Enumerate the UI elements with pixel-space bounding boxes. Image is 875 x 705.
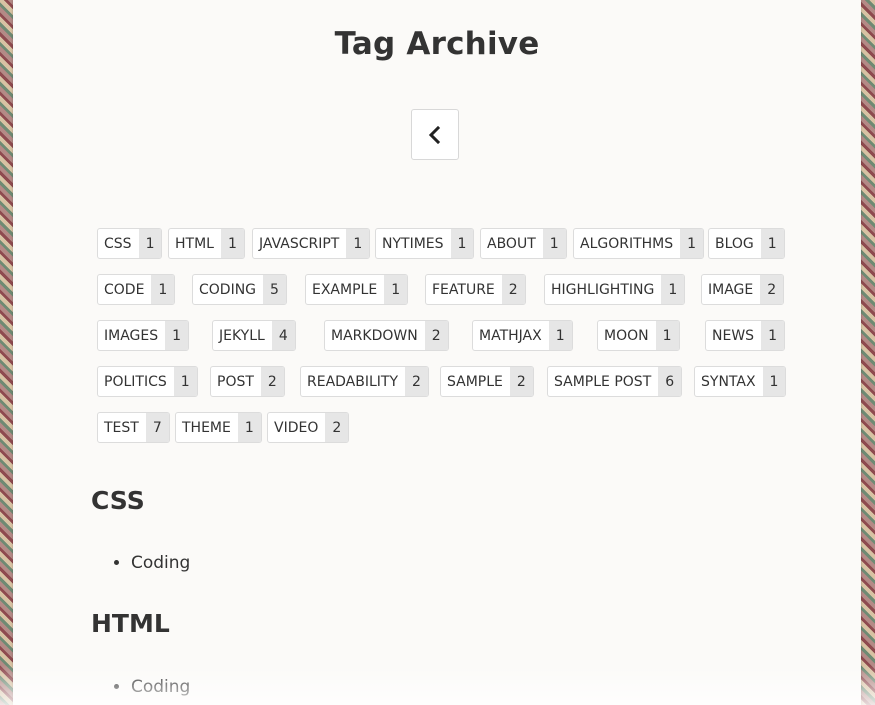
tag-label: JAVASCRIPT bbox=[259, 235, 340, 252]
tag-label: POLITICS bbox=[104, 373, 167, 390]
tag-theme[interactable]: THEME 1 bbox=[175, 412, 262, 443]
tag-algorithms[interactable]: ALGORITHMS 1 bbox=[573, 228, 705, 259]
tag-about[interactable]: ABOUT 1 bbox=[480, 228, 567, 259]
tag-test[interactable]: TEST 7 bbox=[97, 412, 170, 443]
tag-count: 1 bbox=[761, 321, 784, 350]
tag-image[interactable]: IMAGE 2 bbox=[701, 274, 785, 305]
tag-count: 1 bbox=[173, 367, 197, 396]
post-list-css: Coding bbox=[91, 552, 190, 574]
tag-label: CODE bbox=[104, 281, 145, 298]
tag-label: ABOUT bbox=[487, 235, 536, 252]
post-list-html: Coding bbox=[91, 676, 190, 698]
tag-count: 1 bbox=[760, 229, 784, 258]
tag-images[interactable]: IMAGES 1 bbox=[97, 320, 190, 351]
tag-label: JEKYLL bbox=[219, 327, 265, 344]
tag-code[interactable]: CODE 1 bbox=[97, 274, 176, 305]
tag-javascript[interactable]: JAVASCRIPT 1 bbox=[252, 228, 371, 259]
tag-css[interactable]: CSS 1 bbox=[97, 228, 163, 259]
tag-label: POST bbox=[217, 373, 254, 390]
tag-count: 1 bbox=[220, 229, 244, 258]
page-container: Tag Archive CSS 1 HTML 1 JAVASCRIPT 1 NY… bbox=[13, 0, 861, 705]
tag-news[interactable]: NEWS 1 bbox=[705, 320, 785, 351]
tag-label: HTML bbox=[175, 235, 214, 252]
tag-count: 1 bbox=[661, 275, 685, 304]
tag-count: 2 bbox=[760, 275, 784, 304]
tag-count: 1 bbox=[165, 321, 189, 350]
tag-count: 1 bbox=[542, 229, 566, 258]
tag-jekyll[interactable]: JEKYLL 4 bbox=[212, 320, 296, 351]
tag-sample-post[interactable]: SAMPLE POST 6 bbox=[547, 366, 683, 397]
tag-count: 1 bbox=[548, 321, 572, 350]
back-button[interactable] bbox=[411, 109, 459, 160]
tag-nytimes[interactable]: NYTIMES 1 bbox=[375, 228, 475, 259]
tag-syntax[interactable]: SYNTAX 1 bbox=[694, 366, 787, 397]
page-title: Tag Archive bbox=[334, 26, 540, 62]
tag-politics[interactable]: POLITICS 1 bbox=[97, 366, 198, 397]
tag-label: SAMPLE bbox=[447, 373, 503, 390]
tag-count: 1 bbox=[138, 229, 162, 258]
tag-count: 6 bbox=[658, 367, 682, 396]
tag-label: MATHJAX bbox=[479, 327, 542, 344]
tag-count: 1 bbox=[346, 229, 370, 258]
tag-feature[interactable]: FEATURE 2 bbox=[425, 274, 526, 305]
tag-label: SAMPLE POST bbox=[554, 373, 652, 390]
tag-label: CODING bbox=[199, 281, 257, 298]
tag-example[interactable]: EXAMPLE 1 bbox=[305, 274, 409, 305]
tag-label: FEATURE bbox=[432, 281, 495, 298]
section-heading-html: HTML bbox=[91, 609, 170, 638]
tag-label: VIDEO bbox=[274, 419, 319, 436]
tag-label: MARKDOWN bbox=[331, 327, 418, 344]
tag-sample[interactable]: SAMPLE 2 bbox=[440, 366, 534, 397]
tag-moon[interactable]: MOON 1 bbox=[597, 320, 680, 351]
tag-label: MOON bbox=[604, 327, 649, 344]
tag-count: 1 bbox=[762, 367, 786, 396]
tag-count: 2 bbox=[509, 367, 533, 396]
tag-count: 1 bbox=[655, 321, 679, 350]
tag-count: 2 bbox=[501, 275, 525, 304]
tag-blog[interactable]: BLOG 1 bbox=[708, 228, 785, 259]
tag-count: 2 bbox=[405, 367, 428, 396]
tag-readability[interactable]: READABILITY 2 bbox=[300, 366, 429, 397]
tag-label: EXAMPLE bbox=[312, 281, 378, 298]
tag-count: 1 bbox=[384, 275, 408, 304]
tag-label: READABILITY bbox=[307, 373, 399, 390]
tag-label: NEWS bbox=[712, 327, 755, 344]
tag-label: SYNTAX bbox=[701, 373, 756, 390]
tag-count: 1 bbox=[450, 229, 474, 258]
tag-label: CSS bbox=[104, 235, 132, 252]
tag-count: 1 bbox=[151, 275, 175, 304]
chevron-left-icon bbox=[428, 125, 441, 144]
tag-count: 1 bbox=[680, 229, 704, 258]
post-link[interactable]: Coding bbox=[131, 676, 190, 698]
tag-label: IMAGES bbox=[104, 327, 159, 344]
tag-label: IMAGE bbox=[708, 281, 754, 298]
tag-count: 2 bbox=[260, 367, 284, 396]
tag-coding[interactable]: CODING 5 bbox=[192, 274, 287, 305]
tag-count: 4 bbox=[271, 321, 295, 350]
tag-markdown[interactable]: MARKDOWN 2 bbox=[324, 320, 449, 351]
tag-video[interactable]: VIDEO 2 bbox=[267, 412, 350, 443]
tag-count: 1 bbox=[237, 413, 261, 442]
tag-count: 7 bbox=[145, 413, 169, 442]
tag-count: 2 bbox=[325, 413, 349, 442]
tag-highlighting[interactable]: HIGHLIGHTING 1 bbox=[544, 274, 686, 305]
tag-mathjax[interactable]: MATHJAX 1 bbox=[472, 320, 573, 351]
tag-count: 2 bbox=[424, 321, 448, 350]
tag-html[interactable]: HTML 1 bbox=[168, 228, 245, 259]
post-link[interactable]: Coding bbox=[131, 552, 190, 574]
section-heading-css: CSS bbox=[91, 486, 145, 515]
tag-label: TEST bbox=[104, 419, 139, 436]
tag-label: ALGORITHMS bbox=[580, 235, 674, 252]
tag-label: HIGHLIGHTING bbox=[551, 281, 655, 298]
tag-label: NYTIMES bbox=[382, 235, 444, 252]
tag-count: 5 bbox=[263, 275, 286, 304]
tag-post[interactable]: POST 2 bbox=[210, 366, 285, 397]
tag-label: THEME bbox=[182, 419, 231, 436]
tag-label: BLOG bbox=[715, 235, 754, 252]
